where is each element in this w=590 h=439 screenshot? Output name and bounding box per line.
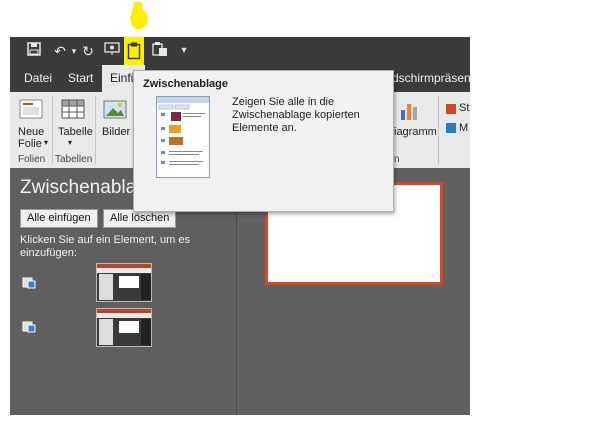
- table-dropdown-icon[interactable]: ▾: [68, 138, 72, 147]
- chart-icon[interactable]: [400, 100, 418, 122]
- new-slide-icon[interactable]: [18, 98, 44, 122]
- store-label[interactable]: St: [459, 102, 469, 114]
- addins-icon[interactable]: [446, 123, 456, 133]
- tab-datei[interactable]: Datei: [24, 65, 52, 92]
- paste-special-icon[interactable]: [150, 41, 170, 61]
- table-icon[interactable]: [60, 98, 86, 122]
- pictures-label[interactable]: Bilder: [102, 126, 130, 138]
- customize-qat-icon[interactable]: ▾: [174, 41, 194, 61]
- tab-start[interactable]: Start: [68, 65, 93, 92]
- quick-access-toolbar: ↶ ▾ ↻ ▾: [10, 37, 470, 65]
- group-separator: [52, 96, 53, 164]
- tooltip-title: Zwischenablage: [143, 78, 228, 90]
- save-icon[interactable]: [24, 41, 44, 61]
- clipboard-item-icon: [22, 277, 36, 289]
- addins-label[interactable]: M: [459, 122, 468, 134]
- yellow-highlight-mark: [124, 0, 154, 36]
- clipboard-hint: Klicken Sie auf ein Element, um es einzu…: [20, 234, 190, 259]
- tooltip-description: Zeigen Sie alle in die Zwischenablage ko…: [232, 96, 360, 134]
- pictures-icon[interactable]: [102, 98, 128, 122]
- group-separator: [438, 96, 439, 164]
- tab-bildschirmpraesentation[interactable]: dschirmpräsentat: [392, 65, 470, 92]
- group-partial: n: [394, 154, 400, 165]
- group-folien: Folien: [18, 154, 46, 165]
- clipboard-icon[interactable]: [124, 37, 144, 65]
- clipboard-item-thumbnail[interactable]: [96, 308, 152, 347]
- group-tabellen: Tabellen: [55, 154, 93, 165]
- clipboard-item-thumbnail[interactable]: [96, 263, 152, 302]
- table-label[interactable]: Tabelle: [58, 126, 93, 138]
- clipboard-tooltip: Zwischenablage Zeigen Sie alle in die Zw…: [133, 70, 394, 212]
- new-slide-dropdown-icon[interactable]: ▾: [44, 138, 48, 147]
- redo-icon[interactable]: ↻: [78, 41, 98, 61]
- paste-all-button[interactable]: Alle einfügen: [20, 209, 98, 228]
- store-icon[interactable]: [446, 104, 456, 114]
- new-slide-label-1[interactable]: Neue: [18, 126, 44, 138]
- tooltip-preview-image: [156, 96, 210, 178]
- start-from-beginning-icon[interactable]: [102, 41, 122, 61]
- clipboard-item-icon: [22, 321, 36, 333]
- chart-label[interactable]: iagramm: [394, 126, 437, 138]
- new-slide-label-2[interactable]: Folie: [18, 138, 42, 150]
- group-separator: [95, 96, 96, 164]
